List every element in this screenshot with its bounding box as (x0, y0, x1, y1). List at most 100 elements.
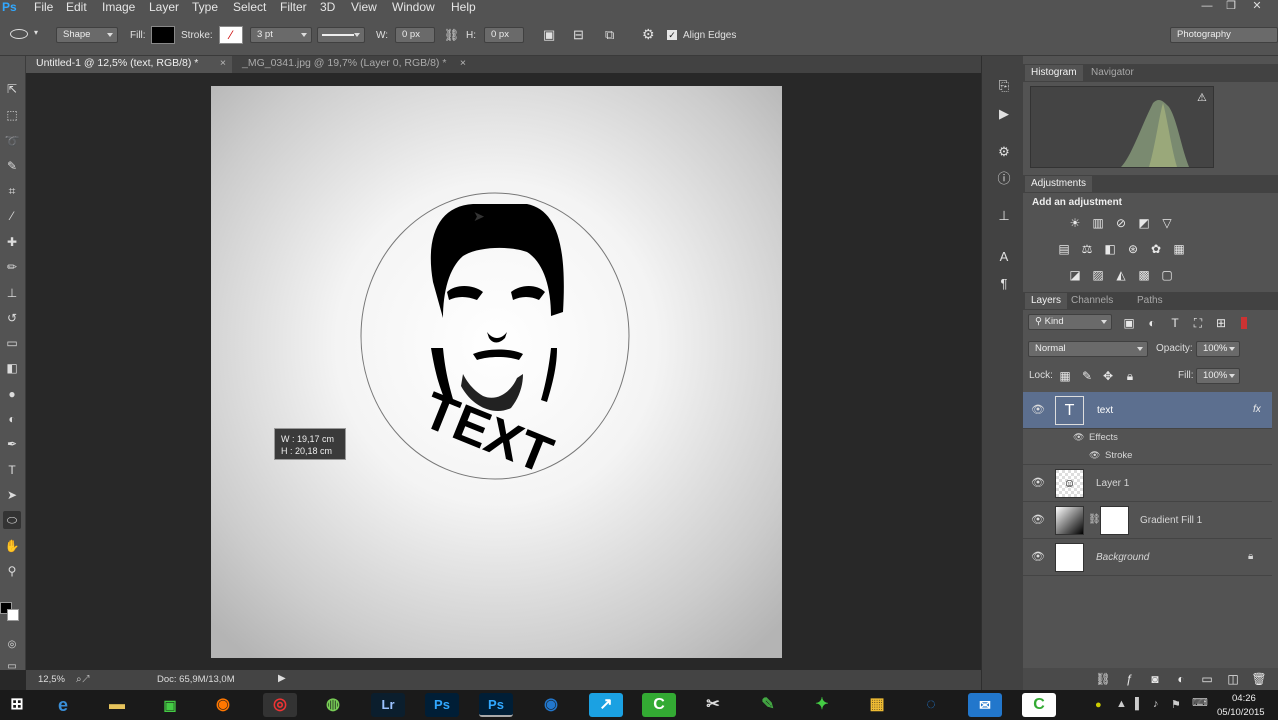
color-balance-icon[interactable]: ⚖ (1079, 242, 1095, 256)
file-explorer-icon[interactable]: ▬ (100, 693, 134, 717)
lock-transparent-icon[interactable]: ▦ (1057, 369, 1073, 383)
path-selection-tool-icon[interactable]: ➤ (3, 486, 21, 504)
zoom-level[interactable]: 12,5% (38, 674, 65, 685)
menu-select[interactable]: Select (233, 0, 266, 14)
ellipse-tool-icon[interactable] (10, 29, 28, 39)
eraser-tool-icon[interactable]: ▭ (3, 334, 21, 352)
volume-icon[interactable]: ♪ (1153, 698, 1159, 710)
tab-layers[interactable]: Layers (1025, 293, 1068, 309)
actions-icon[interactable]: ▶ (994, 104, 1014, 124)
layer-row-gradient-fill-1[interactable]: 👁︎ ⛓ Gradient Fill 1 (1023, 502, 1272, 539)
layer-name[interactable]: Layer 1 (1096, 478, 1129, 489)
internet-explorer-icon[interactable]: e (46, 693, 80, 717)
globe-icon[interactable]: ◍ (316, 693, 350, 717)
selective-color-icon[interactable]: ▢ (1159, 268, 1175, 282)
move-tool-icon[interactable]: ⇱ (3, 80, 21, 98)
menu-filter[interactable]: Filter (280, 0, 307, 14)
brush-tool-icon[interactable]: ✏ (3, 258, 21, 276)
menu-help[interactable]: Help (451, 0, 476, 14)
tab-navigator[interactable]: Navigator (1085, 65, 1140, 81)
pen-app-icon[interactable]: ✎ (751, 693, 785, 717)
swatches-icon[interactable]: ⚙ (994, 142, 1014, 162)
network-icon[interactable]: ▌ (1135, 698, 1143, 710)
keyboard-icon[interactable]: ⌨ (1192, 696, 1208, 709)
path-alignment-icon[interactable]: ⊟ (573, 27, 584, 43)
layer-comps-icon[interactable]: ⊥ (994, 206, 1014, 226)
minimize-icon[interactable]: — (1196, 0, 1218, 14)
eyedropper-tool-icon[interactable]: ⁄ (3, 207, 21, 225)
tool-icon[interactable]: ✂ (696, 693, 730, 717)
path-arrangement-icon[interactable]: ⧉ (605, 27, 614, 43)
folder-app-icon[interactable]: ▦ (860, 693, 894, 717)
paragraph-icon[interactable]: ¶ (994, 274, 1014, 294)
workspace-select[interactable]: Photography (1170, 27, 1278, 43)
chrome-icon[interactable]: ◎ (263, 693, 297, 717)
fill-swatch[interactable] (151, 26, 175, 44)
layer-row-background[interactable]: 👁︎ Background 🔒︎ (1023, 539, 1272, 576)
clone-stamp-tool-icon[interactable]: ⊥ (3, 284, 21, 302)
exposure-icon[interactable]: ◩ (1136, 216, 1152, 230)
threshold-icon[interactable]: ◭ (1113, 268, 1129, 282)
visibility-eye-icon[interactable]: 👁︎ (1031, 513, 1045, 526)
menu-type[interactable]: Type (192, 0, 218, 14)
filter-smart-object-icon[interactable]: ⊞ (1213, 316, 1229, 330)
lightroom-icon[interactable]: Lr (371, 693, 405, 717)
vibrance-icon[interactable]: ▽ (1159, 216, 1175, 230)
tool-mode-select[interactable]: Shape (56, 27, 118, 43)
marquee-tool-icon[interactable]: ⬚ (3, 106, 21, 124)
close-icon[interactable]: × (460, 56, 466, 71)
pen-tool-icon[interactable]: ✒ (3, 435, 21, 453)
tab-histogram[interactable]: Histogram (1025, 65, 1083, 81)
mail-icon[interactable]: ✉ (968, 693, 1002, 717)
game-icon[interactable]: ✦ (805, 693, 839, 717)
screen-mode-icon[interactable]: ▭ (3, 658, 21, 676)
visibility-eye-icon[interactable]: 👁︎ (1031, 476, 1045, 489)
camtasia-recorder-icon[interactable]: C (1022, 693, 1056, 717)
stroke-type-select[interactable] (317, 27, 365, 43)
link-layers-icon[interactable]: ⛓ (1095, 672, 1111, 686)
tab-adjustments[interactable]: Adjustments (1025, 176, 1093, 192)
path-operations-icon[interactable]: ▣ (543, 27, 555, 43)
curves-icon[interactable]: ⊘ (1113, 216, 1129, 230)
stroke-swatch[interactable]: ⁄ (219, 26, 243, 44)
firefox-icon[interactable]: ◉ (206, 693, 240, 717)
new-adjustment-icon[interactable]: ◐ (1173, 672, 1189, 686)
trash-icon[interactable]: 🗑︎ (1251, 672, 1267, 686)
layer-row-text[interactable]: 👁︎ T text fx (1023, 392, 1272, 429)
add-style-icon[interactable]: ƒ (1121, 672, 1137, 686)
lasso-tool-icon[interactable]: ➰ (3, 132, 21, 150)
tab-paths[interactable]: Paths (1131, 293, 1169, 309)
posterize-icon[interactable]: ▨ (1090, 268, 1106, 282)
black-white-icon[interactable]: ◧ (1102, 242, 1118, 256)
app-circle-icon[interactable]: ◉ (534, 693, 568, 717)
menu-edit[interactable]: Edit (66, 0, 87, 14)
invert-icon[interactable]: ◪ (1067, 268, 1083, 282)
layer-effects-row[interactable]: 👁︎ Effects (1023, 429, 1272, 447)
filter-type-icon[interactable]: T (1167, 316, 1183, 330)
new-layer-icon[interactable]: ◫ (1225, 672, 1241, 686)
quick-mask-icon[interactable]: ◎ (3, 636, 21, 654)
info-icon[interactable]: ⓘ (994, 169, 1014, 189)
link-icon[interactable]: ⛓ (444, 28, 459, 42)
lock-all-icon[interactable]: 🔒︎ (1122, 369, 1138, 383)
visibility-eye-icon[interactable]: 👁︎ (1031, 403, 1045, 416)
tab-untitled-1[interactable]: Untitled-1 @ 12,5% (text, RGB/8) * × (26, 56, 232, 73)
history-icon[interactable]: ⎘ (994, 76, 1014, 96)
layer-name[interactable]: text (1097, 405, 1113, 416)
tab-channels[interactable]: Channels (1065, 293, 1119, 309)
layer-row-layer-1[interactable]: 👁︎ ☺ Layer 1 (1023, 465, 1272, 502)
tab-mg-0341[interactable]: _MG_0341.jpg @ 19,7% (Layer 0, RGB/8) * … (232, 56, 472, 73)
channel-mixer-icon[interactable]: ✿ (1148, 242, 1164, 256)
blur-tool-icon[interactable]: ● (3, 385, 21, 403)
align-edges-checkbox[interactable]: ✓ (667, 30, 677, 40)
hand-tool-icon[interactable]: ✋ (3, 537, 21, 555)
shortcut-arrow-icon[interactable]: ↗ (589, 693, 623, 717)
layer-name[interactable]: Gradient Fill 1 (1140, 515, 1202, 526)
skype-icon[interactable]: ◌ (914, 693, 948, 717)
windows-start-icon[interactable]: ⊞ (0, 693, 34, 717)
photoshop-icon[interactable]: Ps (425, 693, 459, 717)
filter-kind-select[interactable]: ⚲ Kind (1028, 314, 1112, 330)
visibility-eye-icon[interactable]: 👁︎ (1031, 550, 1045, 563)
color-lookup-icon[interactable]: ▦ (1171, 242, 1187, 256)
clock-date[interactable]: 05/10/2015 (1217, 707, 1265, 718)
